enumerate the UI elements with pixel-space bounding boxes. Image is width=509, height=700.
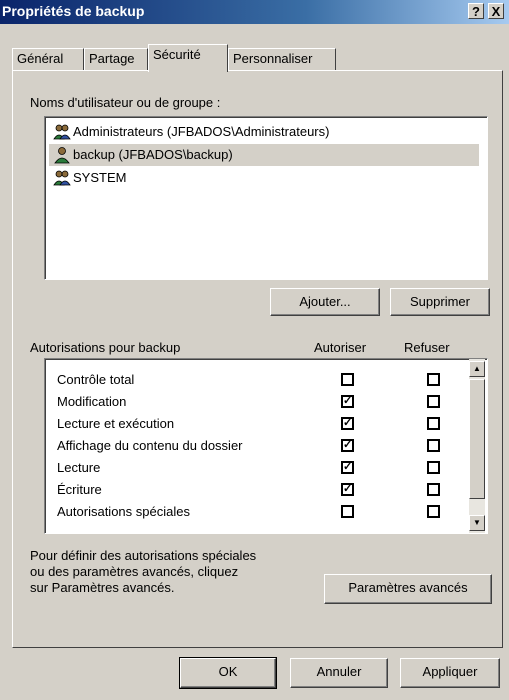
- users-label: Noms d'utilisateur ou de groupe :: [30, 95, 221, 110]
- allow-header: Autoriser: [314, 340, 367, 355]
- deny-header: Refuser: [404, 340, 450, 355]
- permission-label: Modification: [57, 394, 127, 409]
- scroll-thumb[interactable]: [469, 379, 485, 499]
- permission-row: Écriture ✓: [47, 479, 467, 501]
- scroll-down-icon[interactable]: ▼: [469, 515, 485, 531]
- user-label: SYSTEM: [73, 170, 127, 185]
- advanced-text-line3: sur Paramètres avancés.: [30, 580, 175, 595]
- permission-label: Écriture: [57, 482, 102, 497]
- allow-checkbox[interactable]: ✓: [341, 395, 354, 408]
- permission-row: Autorisations spéciales: [47, 501, 467, 523]
- permission-row: Lecture ✓: [47, 457, 467, 479]
- tab-personnaliser[interactable]: Personnaliser: [228, 48, 336, 70]
- deny-checkbox[interactable]: [427, 417, 440, 430]
- tab-partage[interactable]: Partage: [84, 48, 148, 70]
- user-label: Administrateurs (JFBADOS\Administrateurs…: [73, 124, 330, 139]
- permission-label: Autorisations spéciales: [57, 504, 190, 519]
- allow-checkbox[interactable]: [341, 373, 354, 386]
- apply-button[interactable]: Appliquer: [400, 658, 500, 688]
- allow-checkbox[interactable]: ✓: [341, 483, 354, 496]
- scroll-up-icon[interactable]: ▲: [469, 361, 485, 377]
- cancel-button[interactable]: Annuler: [290, 658, 388, 688]
- deny-checkbox[interactable]: [427, 483, 440, 496]
- permission-label: Lecture et exécution: [57, 416, 175, 431]
- permission-label: Contrôle total: [57, 372, 135, 387]
- permissions-label: Autorisations pour backup: [30, 340, 181, 355]
- deny-checkbox[interactable]: [427, 439, 440, 452]
- tab-securite[interactable]: Sécurité: [148, 44, 228, 72]
- permission-row: Modification ✓: [47, 391, 467, 413]
- list-item[interactable]: Administrateurs (JFBADOS\Administrateurs…: [49, 121, 479, 143]
- add-button[interactable]: Ajouter...: [270, 288, 380, 316]
- deny-checkbox[interactable]: [427, 505, 440, 518]
- user-icon: [53, 146, 71, 164]
- advanced-text-line2: ou des paramètres avancés, cliquez: [30, 564, 239, 579]
- title-bar[interactable]: Propriétés de backup ? X: [0, 0, 509, 24]
- deny-checkbox[interactable]: [427, 395, 440, 408]
- remove-button[interactable]: Supprimer: [390, 288, 490, 316]
- ok-button[interactable]: OK: [179, 657, 277, 689]
- tab-general[interactable]: Général: [12, 48, 84, 70]
- user-label: backup (JFBADOS\backup): [73, 147, 233, 162]
- permissions-scrollbar[interactable]: ▲ ▼: [469, 359, 485, 533]
- permission-row: Affichage du contenu du dossier ✓: [47, 435, 467, 457]
- permission-row: Lecture et exécution ✓: [47, 413, 467, 435]
- advanced-text-line1: Pour définir des autorisations spéciales: [30, 548, 257, 563]
- permissions-list[interactable]: Contrôle total Modification ✓ Lecture et ex…: [44, 358, 488, 534]
- advanced-button[interactable]: Paramètres avancés: [324, 574, 492, 604]
- help-button[interactable]: ?: [468, 3, 484, 19]
- allow-checkbox[interactable]: ✓: [341, 417, 354, 430]
- close-button[interactable]: X: [488, 3, 504, 19]
- list-item[interactable]: SYSTEM: [49, 167, 479, 189]
- deny-checkbox[interactable]: [427, 373, 440, 386]
- permission-label: Affichage du contenu du dossier: [57, 438, 243, 453]
- group-users-icon: [53, 123, 71, 141]
- window-title: Propriétés de backup: [2, 3, 145, 19]
- deny-checkbox[interactable]: [427, 461, 440, 474]
- allow-checkbox[interactable]: ✓: [341, 461, 354, 474]
- permission-label: Lecture: [57, 460, 101, 475]
- list-item[interactable]: backup (JFBADOS\backup): [49, 144, 479, 166]
- permission-row: Contrôle total: [47, 369, 467, 391]
- users-list[interactable]: Administrateurs (JFBADOS\Administrateurs…: [44, 116, 488, 280]
- allow-checkbox[interactable]: [341, 505, 354, 518]
- allow-checkbox[interactable]: ✓: [341, 439, 354, 452]
- group-users-icon: [53, 169, 71, 187]
